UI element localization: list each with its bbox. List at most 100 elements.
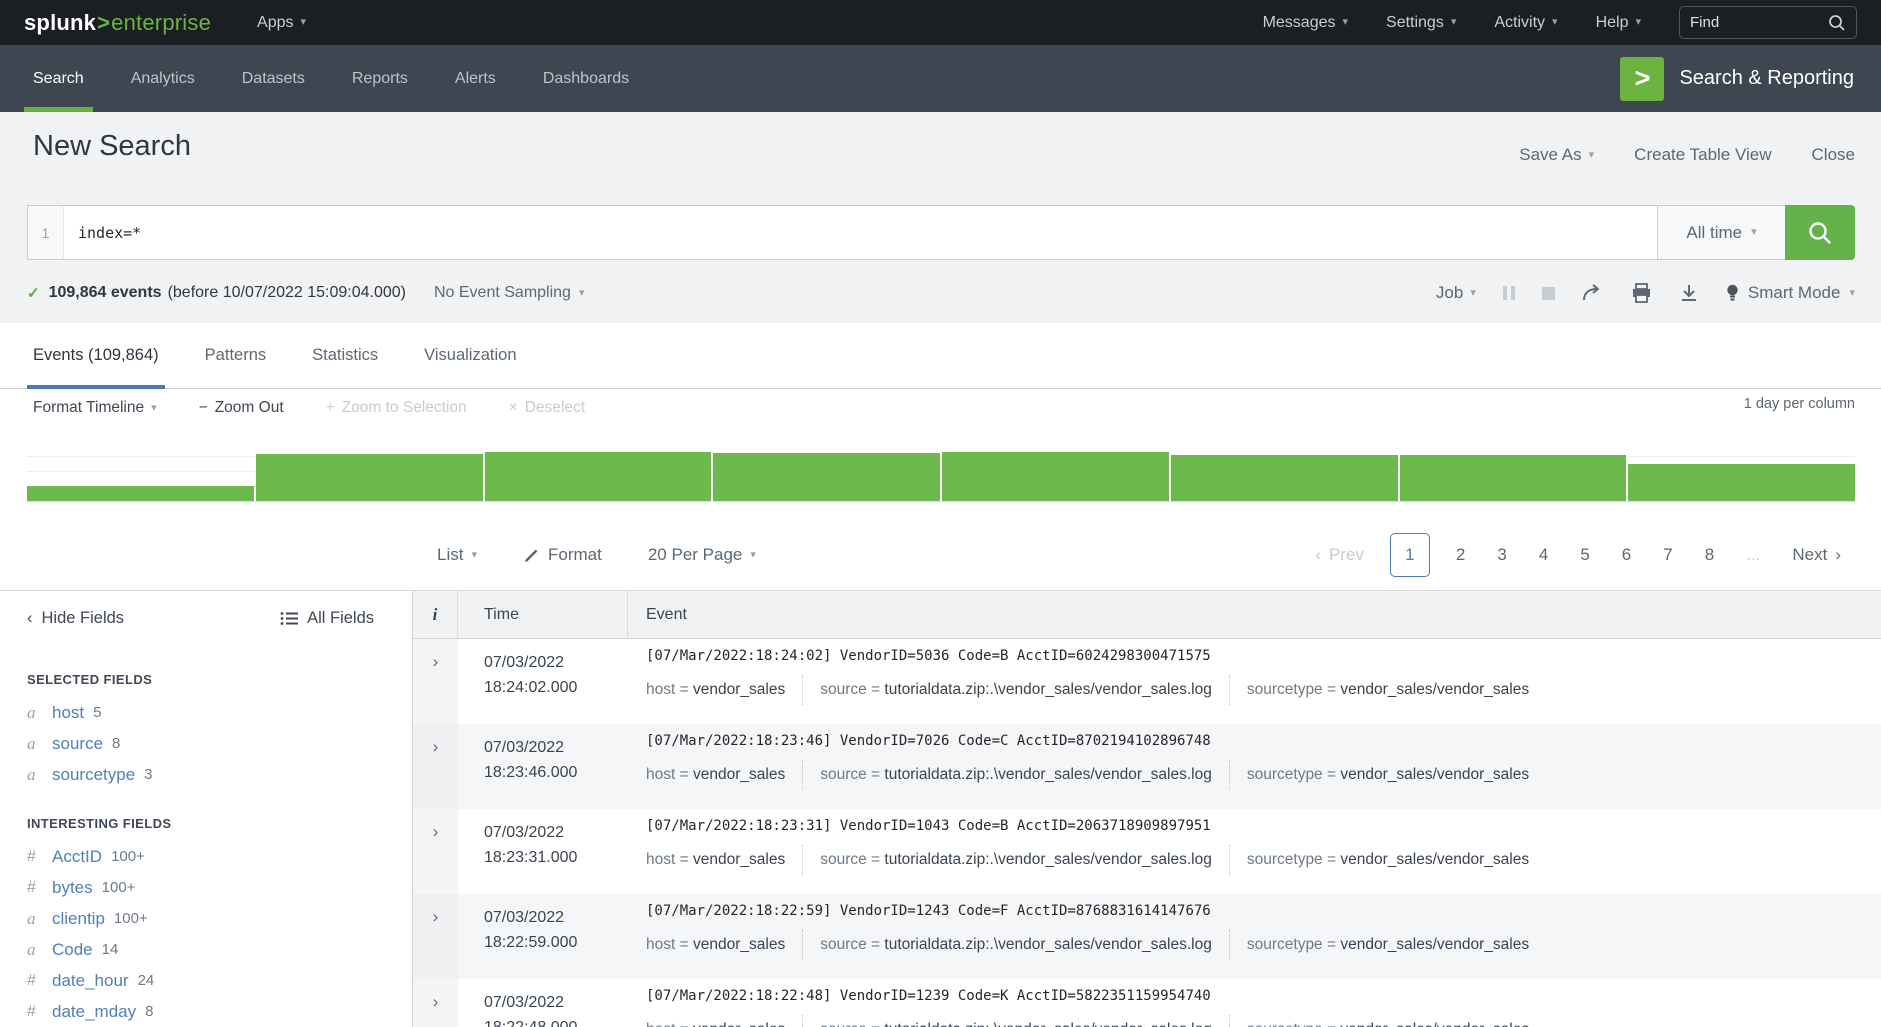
pagination-page-2[interactable]: 2 bbox=[1442, 545, 1479, 565]
pagination-page-6[interactable]: 6 bbox=[1608, 545, 1645, 565]
field-bytes[interactable]: # bytes 100+ bbox=[27, 872, 412, 903]
search-icon bbox=[1828, 14, 1846, 32]
list-view-menu[interactable]: List ▾ bbox=[437, 545, 477, 565]
timeline-bar[interactable] bbox=[27, 486, 254, 501]
pagination-page-3[interactable]: 3 bbox=[1483, 545, 1520, 565]
timeline-bar[interactable] bbox=[485, 452, 712, 501]
event-expand-button[interactable]: › bbox=[413, 809, 458, 894]
pause-icon[interactable] bbox=[1503, 286, 1515, 300]
activity-menu[interactable]: Activity ▾ bbox=[1494, 14, 1557, 32]
pagination-next[interactable]: Next › bbox=[1778, 545, 1855, 565]
format-results-button[interactable]: Format bbox=[523, 545, 602, 565]
event-expand-button[interactable]: › bbox=[413, 724, 458, 809]
apps-menu[interactable]: Apps ▾ bbox=[257, 14, 306, 32]
tab-patterns[interactable]: Patterns bbox=[205, 323, 266, 388]
pagination-page-5[interactable]: 5 bbox=[1566, 545, 1603, 565]
query-editor[interactable]: 1 index=* bbox=[27, 205, 1657, 260]
zoom-out-button[interactable]: − Zoom Out bbox=[199, 399, 284, 417]
timeline-bar[interactable] bbox=[1400, 455, 1627, 501]
nav-item-alerts[interactable]: Alerts bbox=[455, 45, 496, 112]
field-date-hour[interactable]: # date_hour 24 bbox=[27, 965, 412, 996]
app-gt-icon: > bbox=[1620, 57, 1664, 101]
messages-label: Messages bbox=[1263, 14, 1336, 32]
nav-item-analytics[interactable]: Analytics bbox=[131, 45, 195, 112]
messages-menu[interactable]: Messages ▾ bbox=[1263, 14, 1348, 32]
field-code[interactable]: a Code 14 bbox=[27, 934, 412, 965]
timeline-bar[interactable] bbox=[713, 453, 940, 501]
event-raw-text[interactable]: [07/Mar/2022:18:23:31] VendorID=1043 Cod… bbox=[646, 818, 1881, 834]
field-host[interactable]: a host 5 bbox=[27, 697, 412, 728]
event-expand-button[interactable]: › bbox=[413, 979, 458, 1027]
caret-down-icon: ▾ bbox=[1451, 17, 1457, 28]
pagination-page-8[interactable]: 8 bbox=[1691, 545, 1728, 565]
pagination-prev[interactable]: ‹ Prev bbox=[1301, 545, 1378, 565]
event-raw-text[interactable]: [07/Mar/2022:18:24:02] VendorID=5036 Cod… bbox=[646, 648, 1881, 664]
chevron-left-icon: ‹ bbox=[1315, 545, 1321, 565]
caret-down-icon: ▾ bbox=[1552, 17, 1558, 28]
field-sourcetype[interactable]: a sourcetype 3 bbox=[27, 759, 412, 790]
pagination-page-7[interactable]: 7 bbox=[1649, 545, 1686, 565]
pagination-page-4[interactable]: 4 bbox=[1525, 545, 1562, 565]
print-icon[interactable] bbox=[1631, 283, 1652, 303]
timeline-bar[interactable] bbox=[942, 452, 1169, 501]
nav-item-search[interactable]: Search bbox=[33, 45, 84, 112]
tab-events[interactable]: Events (109,864) bbox=[33, 323, 159, 388]
download-icon[interactable] bbox=[1679, 283, 1699, 303]
pagination-page-1-active[interactable]: 1 bbox=[1390, 533, 1430, 577]
timeline-bar[interactable] bbox=[1628, 464, 1855, 501]
event-sampling-menu[interactable]: No Event Sampling ▾ bbox=[434, 284, 585, 302]
field-count: 100+ bbox=[102, 879, 136, 896]
splunk-logo[interactable]: splunk > enterprise bbox=[24, 10, 211, 36]
results-toolbar: List ▾ Format 20 Per Page ▾ ‹ Prev bbox=[0, 520, 1881, 590]
find-search-box[interactable] bbox=[1679, 6, 1857, 39]
field-acctid[interactable]: # AcctID 100+ bbox=[27, 841, 412, 872]
current-app-badge[interactable]: > Search & Reporting bbox=[1620, 45, 1854, 112]
search-submit-button[interactable] bbox=[1785, 205, 1855, 260]
event-raw-text[interactable]: [07/Mar/2022:18:23:46] VendorID=7026 Cod… bbox=[646, 733, 1881, 749]
time-range-picker[interactable]: All time ▾ bbox=[1657, 205, 1785, 260]
field-name: date_mday bbox=[52, 1002, 136, 1022]
settings-menu[interactable]: Settings ▾ bbox=[1386, 14, 1456, 32]
close-button[interactable]: Close bbox=[1812, 145, 1855, 165]
query-input[interactable]: index=* bbox=[64, 206, 1657, 259]
find-input[interactable] bbox=[1690, 14, 1820, 31]
create-table-view-button[interactable]: Create Table View bbox=[1634, 145, 1771, 165]
field-count: 3 bbox=[144, 766, 152, 783]
event-raw-text[interactable]: [07/Mar/2022:18:22:59] VendorID=1243 Cod… bbox=[646, 903, 1881, 919]
search-mode-menu[interactable]: Smart Mode ▾ bbox=[1726, 283, 1855, 303]
nav-item-dashboards[interactable]: Dashboards bbox=[543, 45, 629, 112]
event-expand-button[interactable]: › bbox=[413, 639, 458, 724]
list-icon bbox=[280, 611, 298, 626]
timeline-bar[interactable] bbox=[256, 454, 483, 501]
help-menu[interactable]: Help ▾ bbox=[1596, 14, 1641, 32]
stop-icon[interactable] bbox=[1542, 287, 1555, 300]
event-cell: [07/Mar/2022:18:22:48] VendorID=1239 Cod… bbox=[628, 979, 1881, 1027]
header-actions: Save As ▾ Create Table View Close bbox=[1519, 145, 1855, 165]
event-time: 18:22:59.000 bbox=[484, 930, 628, 955]
share-icon[interactable] bbox=[1582, 283, 1604, 303]
field-date-mday[interactable]: # date_mday 8 bbox=[27, 996, 412, 1027]
format-timeline-menu[interactable]: Format Timeline ▾ bbox=[33, 399, 157, 417]
per-page-menu[interactable]: 20 Per Page ▾ bbox=[648, 545, 756, 565]
hide-fields-button[interactable]: ‹ Hide Fields bbox=[27, 609, 124, 628]
tab-label: Events (109,864) bbox=[33, 346, 159, 365]
field-source[interactable]: a source 8 bbox=[27, 728, 412, 759]
field-clientip[interactable]: a clientip 100+ bbox=[27, 903, 412, 934]
tab-statistics[interactable]: Statistics bbox=[312, 323, 378, 388]
search-bar: 1 index=* All time ▾ bbox=[27, 205, 1855, 260]
deselect-button[interactable]: × Deselect bbox=[509, 399, 585, 417]
event-expand-button[interactable]: › bbox=[413, 894, 458, 979]
save-as-button[interactable]: Save As ▾ bbox=[1519, 145, 1594, 165]
job-menu[interactable]: Job ▾ bbox=[1436, 283, 1476, 303]
field-type-icon: a bbox=[27, 909, 43, 929]
app-name: Search & Reporting bbox=[1679, 67, 1854, 90]
zoom-to-selection-button[interactable]: + Zoom to Selection bbox=[326, 399, 467, 417]
nav-item-reports[interactable]: Reports bbox=[352, 45, 408, 112]
tab-visualization[interactable]: Visualization bbox=[424, 323, 516, 388]
nav-item-datasets[interactable]: Datasets bbox=[242, 45, 305, 112]
all-fields-button[interactable]: All Fields bbox=[280, 609, 374, 628]
timeline-chart[interactable] bbox=[27, 442, 1855, 502]
timeline-bar[interactable] bbox=[1171, 455, 1398, 501]
pagination-ellipsis[interactable]: ... bbox=[1732, 545, 1774, 565]
event-raw-text[interactable]: [07/Mar/2022:18:22:48] VendorID=1239 Cod… bbox=[646, 988, 1881, 1004]
